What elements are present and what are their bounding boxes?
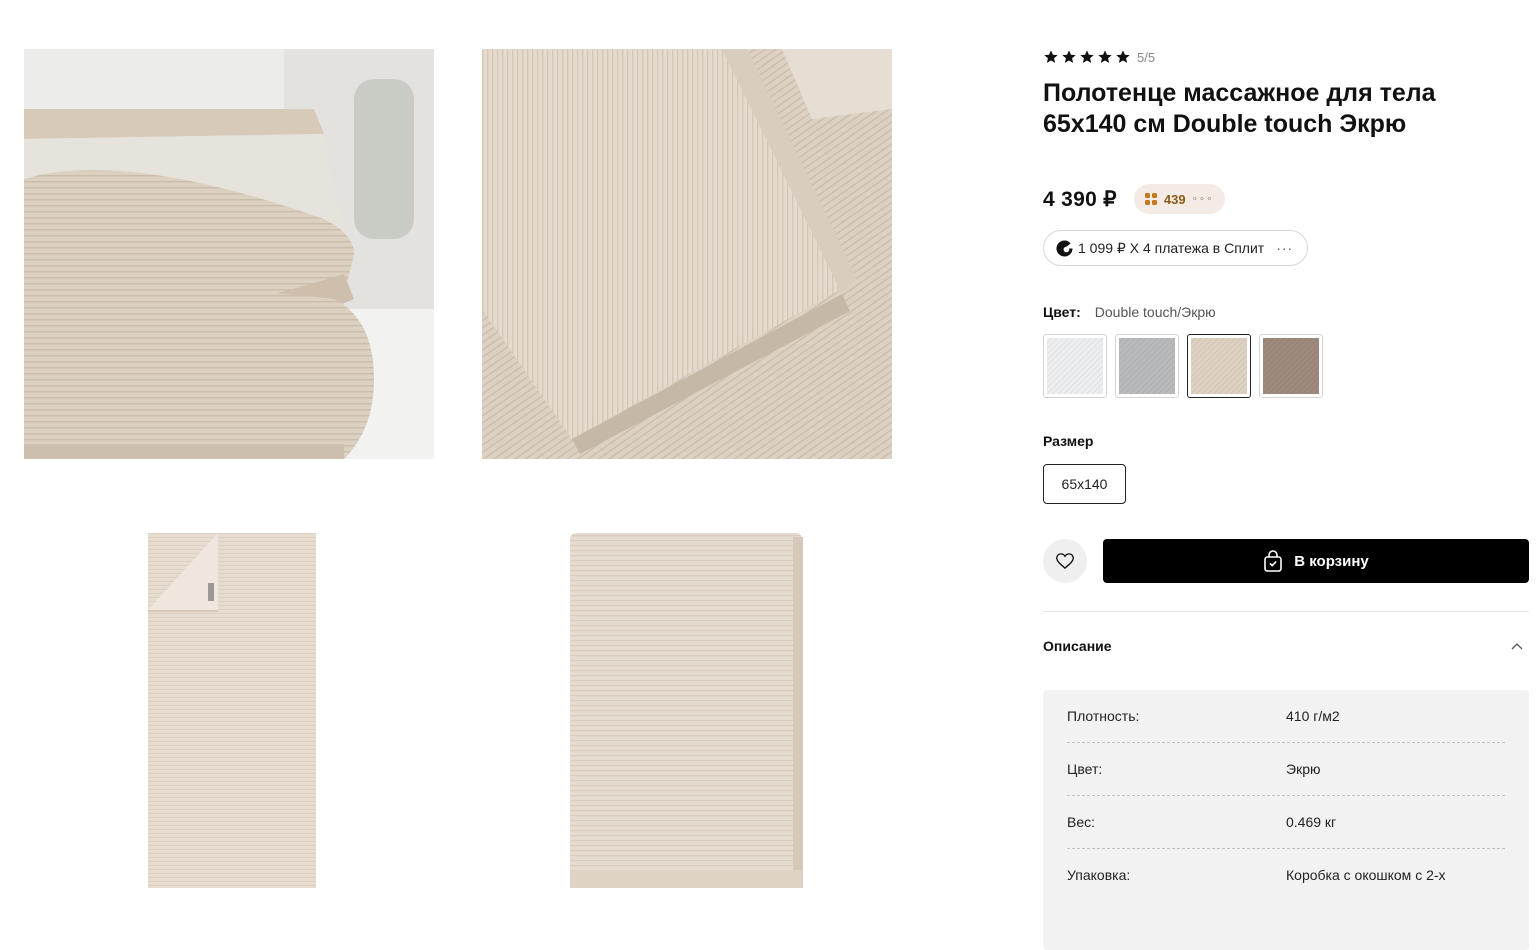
spec-value: 410 г/м2 <box>1286 708 1340 724</box>
split-logo-icon <box>1056 239 1073 257</box>
color-swatches <box>1043 334 1323 398</box>
color-label: Цвет: <box>1043 304 1081 320</box>
price-row: 4 390 ₽ 439 ∘∘∘ <box>1043 184 1226 214</box>
spec-key: Вес: <box>1067 814 1096 830</box>
color-swatch-ecru[interactable] <box>1187 334 1251 398</box>
color-swatch-brown[interactable] <box>1259 334 1323 398</box>
spec-value: Экрю <box>1286 761 1321 777</box>
spec-key: Упаковка: <box>1067 867 1131 883</box>
chevron-up-icon <box>1511 643 1523 650</box>
shopping-bag-icon <box>1264 550 1283 572</box>
star-icon <box>1080 50 1094 63</box>
more-icon: ··· <box>1276 240 1294 256</box>
description-toggle[interactable]: Описание <box>1043 638 1529 654</box>
swatch-preview <box>1263 338 1319 394</box>
add-to-cart-label: В корзину <box>1294 552 1369 570</box>
spec-value: 0.469 кг <box>1286 814 1337 830</box>
rating[interactable]: 5/5 <box>1043 48 1529 66</box>
bonus-badge[interactable]: 439 ∘∘∘ <box>1133 184 1226 214</box>
rating-value: 5/5 <box>1137 49 1156 65</box>
star-icon <box>1116 50 1130 63</box>
bonus-more-icon: ∘∘∘ <box>1191 193 1214 205</box>
spec-row: Цвет: Экрю <box>1067 743 1505 796</box>
product-photo-closeup[interactable] <box>482 49 892 459</box>
star-icon <box>1098 50 1112 63</box>
swatch-preview <box>1119 338 1175 394</box>
specs-table: Плотность: 410 г/м2 Цвет: Экрю Вес: 0.46… <box>1043 690 1529 950</box>
swatch-preview <box>1191 338 1247 394</box>
color-swatch-white[interactable] <box>1043 334 1107 398</box>
description-title: Описание <box>1043 638 1112 654</box>
product-photo-folded[interactable] <box>24 49 434 459</box>
spec-row: Плотность: 410 г/м2 <box>1067 690 1505 743</box>
spec-key: Цвет: <box>1067 761 1103 777</box>
product-photo-flat-full[interactable] <box>565 525 807 888</box>
color-swatch-grey[interactable] <box>1115 334 1179 398</box>
spec-key: Плотность: <box>1067 708 1140 724</box>
product-price: 4 390 ₽ <box>1043 187 1117 211</box>
color-selector-label: Цвет: Double touch/Экрю <box>1043 304 1216 320</box>
size-option[interactable]: 65x140 <box>1043 464 1126 504</box>
favorite-button[interactable] <box>1043 539 1087 583</box>
split-text: 1 099 ₽ X 4 платежа в Сплит <box>1078 239 1265 256</box>
star-icon <box>1062 50 1076 63</box>
add-to-cart-button[interactable]: В корзину <box>1103 539 1529 583</box>
bonus-icon <box>1144 193 1157 205</box>
spec-row: Упаковка: Коробка с окошком с 2-х <box>1067 849 1505 901</box>
split-payment-button[interactable]: 1 099 ₽ X 4 платежа в Сплит ··· <box>1043 230 1309 266</box>
rating-stars <box>1043 49 1131 65</box>
bonus-value: 439 <box>1163 191 1186 207</box>
star-icon <box>1044 50 1058 63</box>
product-info: 5/5 Полотенце массажное для тела 65x140 … <box>1043 48 1529 950</box>
product-title: Полотенце массажное для тела 65x140 см D… <box>1043 79 1436 138</box>
spec-value: Коробка с окошком с 2-х <box>1286 867 1446 883</box>
section-divider <box>1043 611 1529 612</box>
color-value: Double touch/Экрю <box>1094 304 1216 320</box>
heart-icon <box>1056 553 1074 569</box>
size-label: Размер <box>1043 433 1094 449</box>
spec-row: Вес: 0.469 кг <box>1067 796 1505 849</box>
product-photo-flat-folded-corner[interactable] <box>140 525 320 888</box>
swatch-preview <box>1047 338 1103 394</box>
